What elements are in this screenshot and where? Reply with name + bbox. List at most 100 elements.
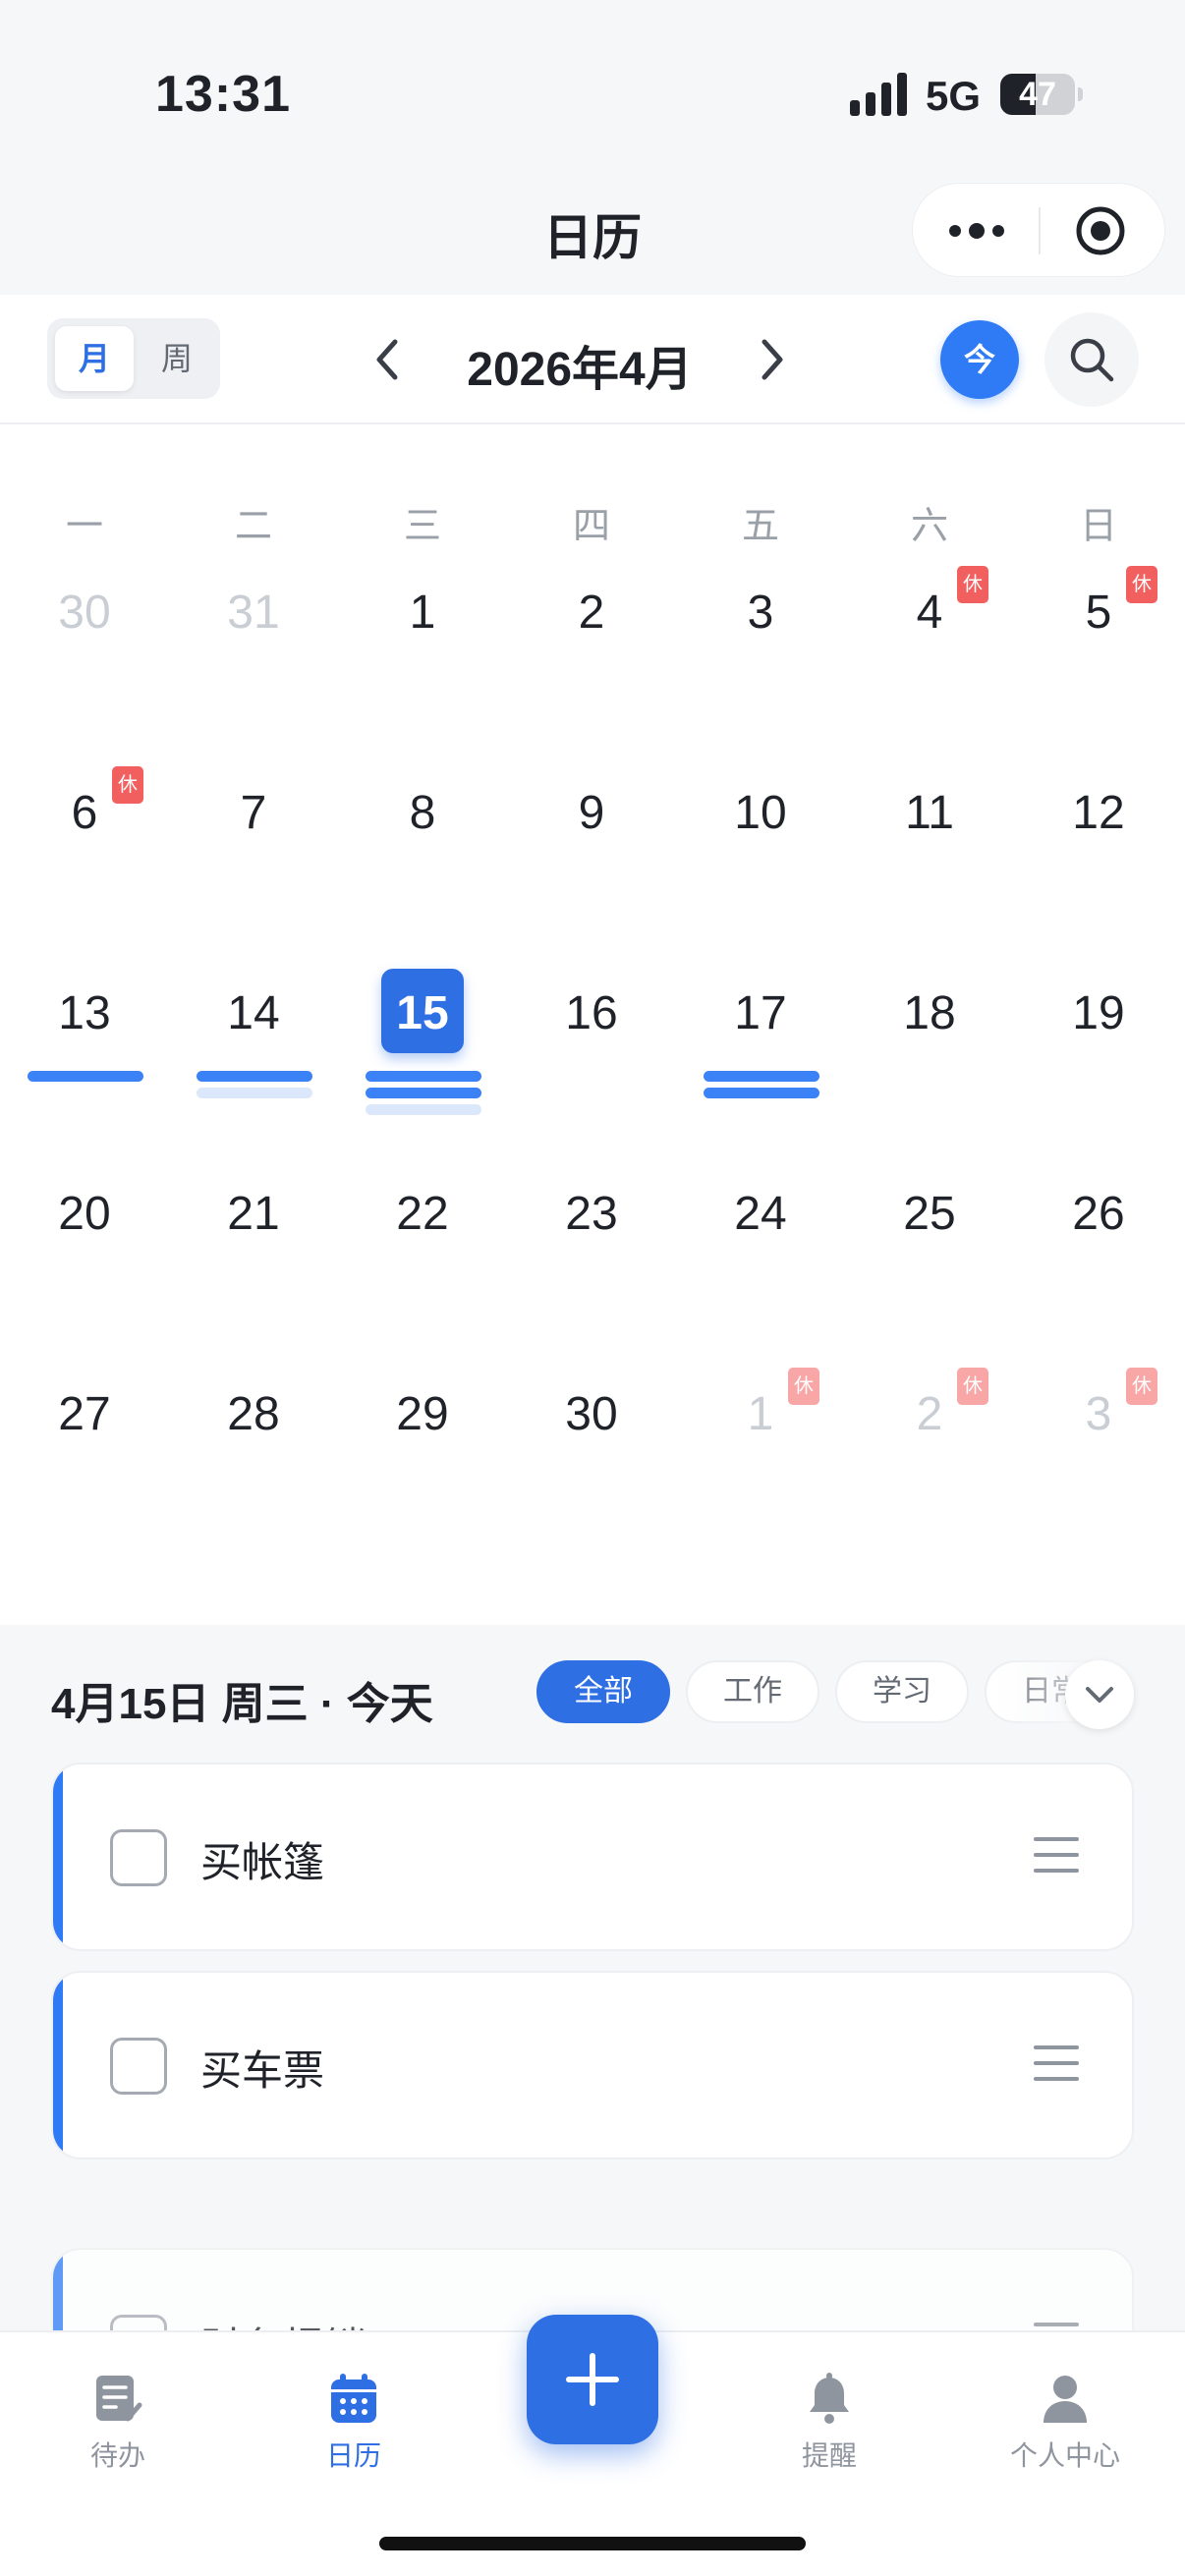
tab-profile[interactable]: 个人中心 xyxy=(967,2332,1163,2480)
calendar-day-cell[interactable]: 28 xyxy=(169,1324,338,1525)
calendar-day-cell[interactable]: 11 xyxy=(845,723,1014,924)
calendar-day-cell[interactable]: 7 xyxy=(169,723,338,924)
calendar-day-cell[interactable]: 6休 xyxy=(0,723,169,924)
view-month-button[interactable]: 月 xyxy=(55,326,134,391)
calendar-day-cell[interactable]: 19 xyxy=(1014,924,1183,1124)
calendar-day-cell[interactable]: 29 xyxy=(338,1324,507,1525)
task-checkbox[interactable] xyxy=(110,1829,167,1886)
day-number: 7 xyxy=(240,787,267,839)
tab-label: 个人中心 xyxy=(1009,2440,1120,2471)
cellular-signal-icon xyxy=(850,73,907,116)
add-task-button[interactable] xyxy=(527,2315,658,2444)
target-circle-icon[interactable] xyxy=(1075,205,1126,256)
calendar-day-cell[interactable]: 20 xyxy=(0,1124,169,1324)
calendar-day-cell[interactable]: 1休 xyxy=(676,1324,845,1525)
day-number: 1 xyxy=(747,1388,774,1440)
more-dots-icon[interactable] xyxy=(947,219,1006,243)
day-number: 31 xyxy=(227,587,280,639)
calendar-day-cell[interactable]: 3休 xyxy=(1014,1324,1183,1525)
calendar-day-cell[interactable]: 14 xyxy=(169,924,338,1124)
day-number: 8 xyxy=(409,787,436,839)
chevron-right-icon[interactable] xyxy=(747,334,796,385)
tab-reminder[interactable]: 提醒 xyxy=(731,2332,928,2480)
calendar-day-cell[interactable]: 23 xyxy=(507,1124,676,1324)
tab-label: 日历 xyxy=(325,2440,381,2471)
calendar-day-cell[interactable]: 12 xyxy=(1014,723,1183,924)
day-number: 19 xyxy=(1072,987,1125,1039)
day-number: 16 xyxy=(565,987,618,1039)
day-number: 25 xyxy=(903,1188,956,1240)
calendar-day-cell[interactable]: 18 xyxy=(845,924,1014,1124)
day-number: 12 xyxy=(1072,787,1125,839)
calendar-day-cell[interactable]: 13 xyxy=(0,924,169,1124)
month-label: 2026年4月 xyxy=(467,344,693,396)
day-number: 4 xyxy=(916,587,943,639)
status-bar: 13:31 5G 47 xyxy=(0,0,1185,187)
bell-icon xyxy=(810,2373,849,2424)
view-switch: 月 周 xyxy=(47,318,220,399)
search-icon xyxy=(1070,338,1114,382)
miniprogram-capsule xyxy=(912,183,1165,277)
tab-label: 待办 xyxy=(89,2440,145,2471)
task-title: 买帐篷 xyxy=(200,1839,325,1885)
calendar-day-cell[interactable]: 10 xyxy=(676,723,845,924)
event-indicator-bar xyxy=(197,1088,312,1098)
day-number: 18 xyxy=(903,987,956,1039)
calendar-day-cell[interactable]: 22 xyxy=(338,1124,507,1324)
day-number: 22 xyxy=(396,1188,449,1240)
event-indicator-bar xyxy=(366,1088,481,1098)
filter-chip-work[interactable]: 工作 xyxy=(686,1660,819,1723)
person-icon xyxy=(1044,2376,1087,2423)
status-time: 13:31 xyxy=(155,66,291,123)
day-number: 3 xyxy=(747,587,774,639)
drag-handle-icon[interactable] xyxy=(1034,1833,1079,1876)
calendar-day-cell[interactable]: 8 xyxy=(338,723,507,924)
calendar-day-cell[interactable]: 25 xyxy=(845,1124,1014,1324)
calendar-day-cell[interactable]: 5休 xyxy=(1014,523,1183,723)
calendar-day-cell[interactable]: 31 xyxy=(169,523,338,723)
search-button[interactable] xyxy=(1044,312,1139,407)
calendar-day-cell[interactable]: 17 xyxy=(676,924,845,1124)
calendar-day-cell[interactable]: 2 xyxy=(507,523,676,723)
calendar-day-cell[interactable]: 24 xyxy=(676,1124,845,1324)
calendar-day-cell[interactable]: 27 xyxy=(0,1324,169,1525)
day-number: 6 xyxy=(71,787,98,839)
calendar-day-cell[interactable]: 21 xyxy=(169,1124,338,1324)
calendar-day-cell[interactable]: 3 xyxy=(676,523,845,723)
day-number: 23 xyxy=(565,1188,618,1240)
calendar-day-cell[interactable]: 30 xyxy=(0,523,169,723)
calendar-day-cell[interactable]: 2休 xyxy=(845,1324,1014,1525)
calendar-day-cell[interactable]: 16 xyxy=(507,924,676,1124)
calendar-day-cell[interactable]: 15 xyxy=(338,924,507,1124)
month-calendar-grid: 一二三四五六日 30 31 1 2 3 4 休 5 休 6 休 7 8 9 10 11 12 13 14 15 16 17 1… xyxy=(0,424,1185,1625)
day-number: 26 xyxy=(1072,1188,1125,1240)
task-card[interactable]: 买帐篷 xyxy=(51,1763,1134,1951)
home-indicator xyxy=(379,2537,806,2550)
day-number: 14 xyxy=(227,987,280,1039)
calendar-day-cell[interactable]: 1 xyxy=(338,523,507,723)
day-number: 11 xyxy=(905,787,954,839)
calendar-day-cell[interactable]: 9 xyxy=(507,723,676,924)
filter-chip-study[interactable]: 学习 xyxy=(835,1660,969,1723)
view-week-button[interactable]: 周 xyxy=(138,326,216,391)
today-button[interactable]: 今 xyxy=(940,320,1019,399)
event-indicator-bar xyxy=(366,1071,481,1082)
event-indicator-bar xyxy=(197,1071,312,1082)
capsule-divider xyxy=(1039,207,1041,254)
day-number: 2 xyxy=(916,1388,943,1440)
filter-expand-button[interactable] xyxy=(1065,1660,1134,1729)
calendar-day-cell[interactable]: 26 xyxy=(1014,1124,1183,1324)
rest-day-badge: 休 xyxy=(1126,566,1157,603)
calendar-day-cell[interactable]: 30 xyxy=(507,1324,676,1525)
tab-calendar[interactable]: 日历 xyxy=(255,2332,452,2480)
tab-todo[interactable]: 待办 xyxy=(20,2332,216,2480)
todo-list-icon xyxy=(96,2376,142,2422)
day-number: 9 xyxy=(578,787,605,839)
task-checkbox[interactable] xyxy=(110,2038,167,2095)
task-accent xyxy=(53,1764,63,1949)
calendar-day-cell[interactable]: 4休 xyxy=(845,523,1014,723)
filter-chip-all[interactable]: 全部 xyxy=(536,1660,670,1723)
task-card[interactable]: 买车票 xyxy=(51,1971,1134,2159)
drag-handle-icon[interactable] xyxy=(1034,2042,1079,2085)
task-accent xyxy=(53,1973,63,2157)
